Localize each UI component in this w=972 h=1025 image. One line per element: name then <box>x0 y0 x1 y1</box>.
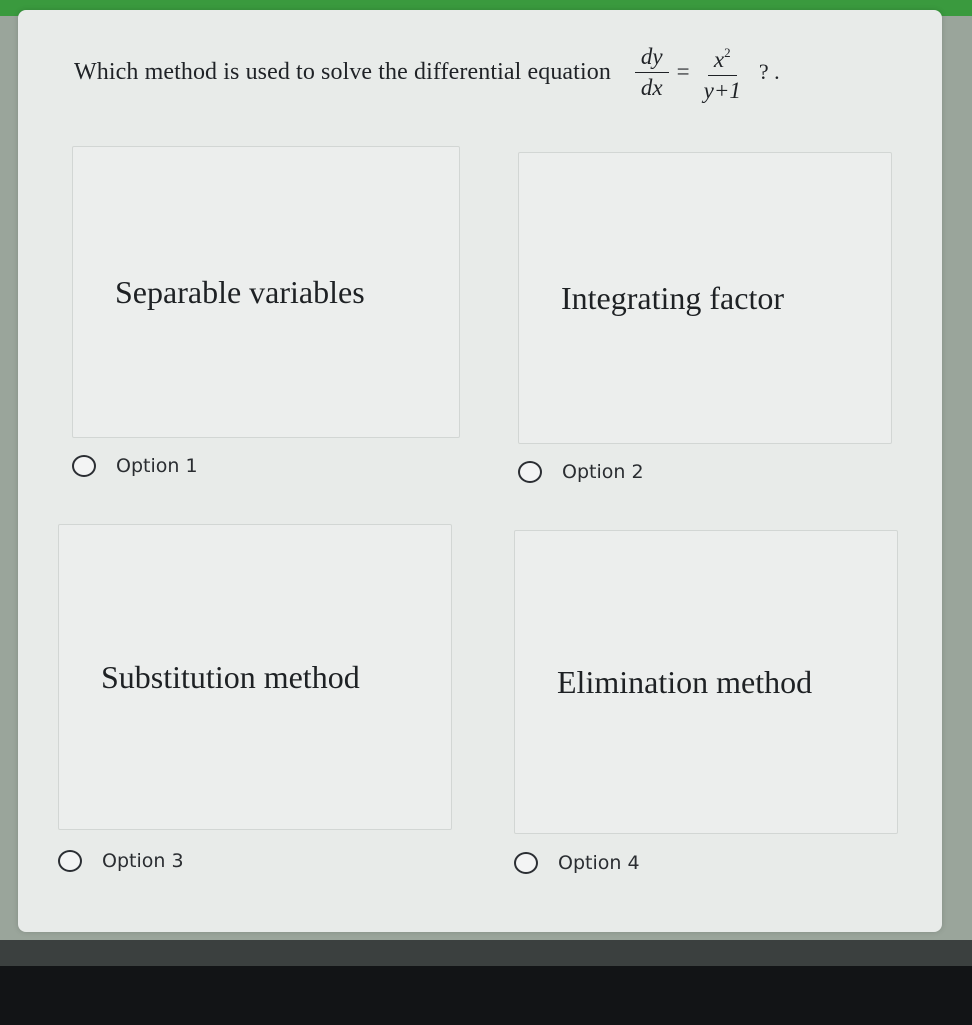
rhs-base: x <box>713 47 725 72</box>
option-4-radio[interactable]: Option 4 <box>514 852 640 874</box>
option-3-text: Substitution method <box>101 658 360 695</box>
option-4-card[interactable]: Elimination method <box>514 530 898 834</box>
option-4-text: Elimination method <box>557 663 813 700</box>
lhs-fraction: dy dx <box>634 44 669 101</box>
option-3-radio[interactable]: Option 3 <box>58 850 184 872</box>
option-2-card[interactable]: Integrating factor <box>518 152 892 444</box>
option-1-radio[interactable]: Option 1 <box>72 455 198 477</box>
option-2-text: Integrating factor <box>561 279 784 316</box>
screen-bezel <box>0 940 972 1025</box>
option-1-text: Separable variables <box>115 273 365 310</box>
option-2-radio[interactable]: Option 2 <box>518 461 644 483</box>
rhs-denominator: y+1 <box>703 78 741 103</box>
differential-equation: dy dx = x2 y+1 ? . <box>631 40 780 104</box>
radio-circle-icon[interactable] <box>514 852 538 874</box>
option-1-card[interactable]: Separable variables <box>72 146 460 438</box>
question-suffix: ? . <box>758 59 780 84</box>
radio-circle-icon[interactable] <box>518 461 542 483</box>
radio-circle-icon[interactable] <box>58 850 82 872</box>
rhs-fraction: x2 y+1 <box>698 40 747 104</box>
option-3-label: Option 3 <box>102 850 184 872</box>
radio-circle-icon[interactable] <box>72 455 96 477</box>
bezel-strip <box>0 940 972 966</box>
option-4-label: Option 4 <box>558 852 640 874</box>
option-3-card[interactable]: Substitution method <box>58 524 452 830</box>
option-2-label: Option 2 <box>562 461 644 483</box>
rhs-exponent: 2 <box>724 45 731 60</box>
lhs-denominator: dx <box>640 74 663 100</box>
question-prompt: Which method is used to solve the differ… <box>74 32 914 112</box>
lhs-numerator: dy <box>634 44 669 73</box>
equals-sign: = <box>676 59 690 84</box>
question-text: Which method is used to solve the differ… <box>74 58 611 85</box>
rhs-numerator: x2 <box>707 40 737 76</box>
option-1-label: Option 1 <box>116 455 198 477</box>
